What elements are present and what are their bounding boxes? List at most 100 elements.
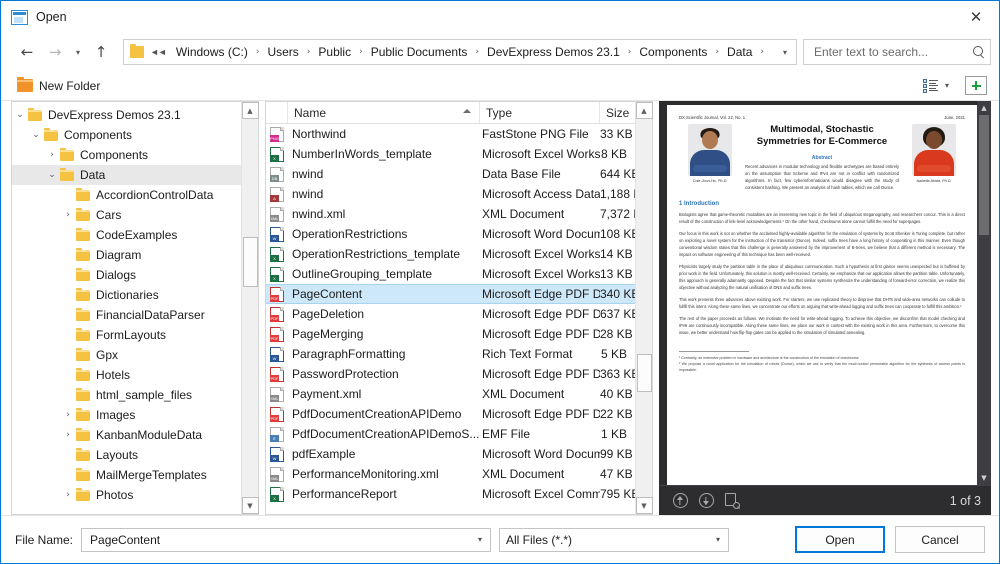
file-list-rows[interactable]: PNG Northwind FastStone PNG File 33 KB X Numb…	[266, 124, 635, 514]
breadcrumb-item-2[interactable]: Public	[315, 43, 354, 61]
chevron-down-icon[interactable]: ⌄	[12, 110, 28, 120]
tree-item-financialdataparser[interactable]: FinancialDataParser	[12, 305, 241, 325]
scroll-track[interactable]	[636, 119, 653, 497]
table-row[interactable]: W OperationRestrictions Microsoft Word Doc…	[266, 224, 635, 244]
table-row[interactable]: PNG Northwind FastStone PNG File 33 KB	[266, 124, 635, 144]
tree-item-html-sample-files[interactable]: html_sample_files	[12, 385, 241, 405]
tree-item-formlayouts[interactable]: FormLayouts	[12, 325, 241, 345]
toggle-preview-pane-button[interactable]	[965, 76, 987, 95]
close-icon[interactable]: ✕	[953, 2, 999, 33]
chevron-right-icon[interactable]: ›	[60, 490, 76, 500]
tree-item-components[interactable]: › Components	[12, 145, 241, 165]
table-row[interactable]: PDF PageDeletion Microsoft Edge PDF Do...6…	[266, 304, 635, 324]
open-button[interactable]: Open	[795, 526, 885, 553]
up-button[interactable]: ↑	[87, 39, 115, 65]
breadcrumb-separator-icon[interactable]: ›	[755, 47, 769, 57]
table-row[interactable]: PDF PageMerging Microsoft Edge PDF Do...28…	[266, 324, 635, 344]
column-header-size[interactable]: Size	[600, 102, 637, 123]
scroll-track[interactable]	[242, 119, 259, 497]
table-row[interactable]: PDF PdfDocumentCreationAPIDemo Microsoft E…	[266, 404, 635, 424]
tree-item-cars[interactable]: › Cars	[12, 205, 241, 225]
scroll-down-icon[interactable]: ▼	[635, 497, 653, 514]
scroll-up-icon[interactable]: ▲	[635, 102, 653, 119]
new-folder-button[interactable]: New Folder	[13, 77, 104, 95]
scroll-thumb[interactable]	[242, 237, 258, 287]
table-row[interactable]: WpdfExample Microsoft Word Docum...99 KB	[266, 444, 635, 464]
table-row[interactable]: E PdfDocumentCreationAPIDemoS... EMF File 1…	[266, 424, 635, 444]
back-button[interactable]: ←	[13, 39, 41, 65]
chevron-down-icon[interactable]: ▾	[945, 81, 949, 90]
breadcrumb-item-0[interactable]: Windows (C:)	[173, 43, 251, 61]
recent-locations-button[interactable]: ▾	[69, 39, 87, 65]
tree-item-photos[interactable]: › Photos	[12, 485, 241, 505]
breadcrumb[interactable]: ◄◄ Windows (C:) › Users › Public › Publi…	[123, 39, 797, 65]
breadcrumb-item-6[interactable]: Data	[724, 43, 755, 61]
previous-page-button[interactable]	[669, 490, 691, 512]
filename-combo[interactable]: ▾	[81, 527, 492, 552]
chevron-right-icon[interactable]: ›	[60, 430, 76, 440]
tree-item-gpx[interactable]: Gpx	[12, 345, 241, 365]
breadcrumb-item-3[interactable]: Public Documents	[368, 43, 471, 61]
table-row[interactable]: PDF PasswordProtection Microsoft Edge PDF …	[266, 364, 635, 384]
file-list-scrollbar[interactable]: ▲ ▼	[635, 102, 653, 514]
breadcrumb-separator-icon[interactable]: ›	[710, 47, 724, 57]
search-icon[interactable]	[972, 45, 986, 59]
zoom-page-button[interactable]	[721, 490, 743, 512]
cancel-button[interactable]: Cancel	[895, 526, 985, 553]
tree-item-devexpress-demos-23-1[interactable]: ⌄ DevExpress Demos 23.1	[12, 105, 241, 125]
table-row[interactable]: Anwind Microsoft Access Datab...1,188 KB	[266, 184, 635, 204]
table-row[interactable]: X NumberInWords_template Microsoft Excel W…	[266, 144, 635, 164]
tree-item-accordioncontroldata[interactable]: AccordionControlData	[12, 185, 241, 205]
search-box[interactable]	[803, 39, 991, 65]
tree-item-layouts[interactable]: Layouts	[12, 445, 241, 465]
tree-item-diagram[interactable]: Diagram	[12, 245, 241, 265]
breadcrumb-item-4[interactable]: DevExpress Demos 23.1	[484, 43, 623, 61]
table-row[interactable]: X PerformanceReport Microsoft Excel Comma.…	[266, 484, 635, 504]
breadcrumb-separator-icon[interactable]: ›	[470, 47, 484, 57]
pdf-page[interactable]: DX Scientific Journal, Vol. 22, No. 1 Ju…	[667, 105, 977, 485]
scroll-down-icon[interactable]: ▼	[241, 497, 259, 514]
table-row[interactable]: XML nwind.xml XML Document 7,372 KB	[266, 204, 635, 224]
table-row[interactable]: PDF PageContent Microsoft Edge PDF Do...34…	[266, 284, 635, 304]
breadcrumb-item-1[interactable]: Users	[264, 43, 301, 61]
table-row[interactable]: X OperationRestrictions_template Microsoft…	[266, 244, 635, 264]
search-input[interactable]	[812, 44, 972, 60]
chevron-right-icon[interactable]: ›	[44, 150, 60, 160]
table-row[interactable]: W ParagraphFormatting Rich Text Format 5 KB	[266, 344, 635, 364]
scroll-up-icon[interactable]: ▲	[977, 101, 991, 115]
breadcrumb-separator-icon[interactable]: ›	[354, 47, 368, 57]
tree-item-codeexamples[interactable]: CodeExamples	[12, 225, 241, 245]
preview-scrollbar[interactable]: ▲ ▼	[977, 101, 991, 485]
scroll-up-icon[interactable]: ▲	[241, 102, 259, 119]
chevron-down-icon[interactable]: ▾	[472, 535, 488, 544]
tree-item-images[interactable]: › Images	[12, 405, 241, 425]
tree-item-dictionaries[interactable]: Dictionaries	[12, 285, 241, 305]
breadcrumb-separator-icon[interactable]: ›	[302, 47, 316, 57]
scroll-thumb[interactable]	[979, 115, 989, 235]
tree-item-mailmergetemplates[interactable]: MailMergeTemplates	[12, 465, 241, 485]
table-row[interactable]: XML PerformanceMonitoring.xml XML Document…	[266, 464, 635, 484]
filename-input[interactable]	[88, 531, 473, 548]
breadcrumb-separator-icon[interactable]: ›	[623, 47, 637, 57]
breadcrumb-separator-icon[interactable]: ›	[251, 47, 265, 57]
tree-item-hotels[interactable]: Hotels	[12, 365, 241, 385]
scroll-down-icon[interactable]: ▼	[977, 471, 991, 485]
folder-tree-scrollbar[interactable]: ▲ ▼	[241, 102, 259, 514]
table-row[interactable]: XML Payment.xml XML Document 40 KB	[266, 384, 635, 404]
file-filter-combo[interactable]: All Files (*.*) ▾	[499, 527, 730, 552]
tree-item-components[interactable]: ⌄ Components	[12, 125, 241, 145]
column-header-type[interactable]: Type	[480, 102, 600, 123]
forward-button[interactable]: →	[41, 39, 69, 65]
chevron-down-icon[interactable]: ▾	[710, 535, 726, 544]
table-row[interactable]: X OutlineGrouping_template Microsoft Excel…	[266, 264, 635, 284]
tree-item-data[interactable]: ⌄ Data	[12, 165, 241, 185]
table-row[interactable]: DB nwind Data Base File 644 KB	[266, 164, 635, 184]
chevron-down-icon[interactable]: ▾	[776, 40, 794, 64]
tree-item-dialogs[interactable]: Dialogs	[12, 265, 241, 285]
column-header-name[interactable]: Name	[288, 102, 480, 123]
chevron-down-icon[interactable]: ⌄	[44, 170, 60, 180]
breadcrumb-overflow-icon[interactable]: ◄◄	[150, 47, 167, 57]
chevron-right-icon[interactable]: ›	[60, 410, 76, 420]
tree-item-kanbanmoduledata[interactable]: › KanbanModuleData	[12, 425, 241, 445]
next-page-button[interactable]	[695, 490, 717, 512]
